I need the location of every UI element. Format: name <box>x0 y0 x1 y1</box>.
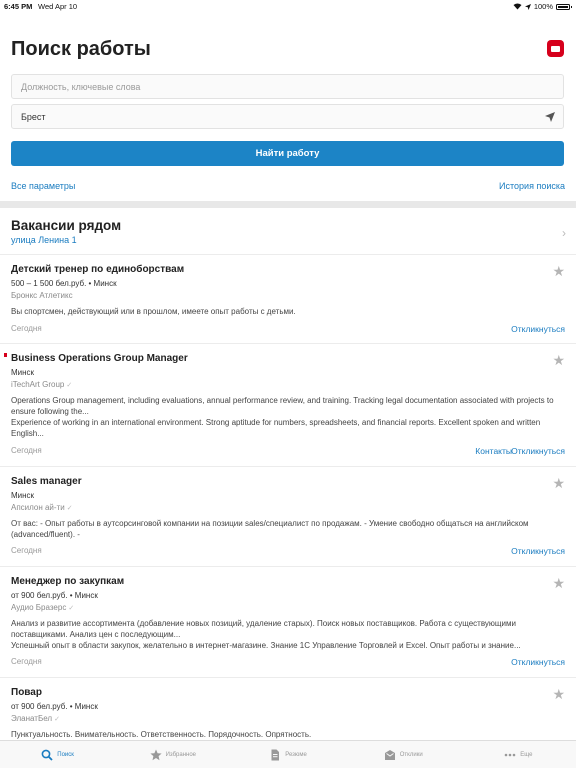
search-history-link[interactable]: История поиска <box>499 181 565 191</box>
vacancy-salary-city: от 900 бел.руб. • Минск <box>11 702 98 711</box>
vacancy-company: iTechArt Group ✓ <box>11 380 73 389</box>
verified-check-icon: ✓ <box>66 505 73 512</box>
tab-resume[interactable]: Резюме <box>230 741 345 768</box>
vacancy-title[interactable]: Business Operations Group Manager <box>11 353 188 364</box>
vacancy-description: От вас: - Опыт работы в аутсорсинговой к… <box>11 519 529 539</box>
tab-favorites[interactable]: Избранное <box>115 741 230 768</box>
battery-percent: 100% <box>533 2 553 11</box>
vacancy-description: Пунктуальность. Внимательность. Ответств… <box>11 730 312 739</box>
tab-label: Еще <box>520 751 533 758</box>
vacancy-title[interactable]: Повар <box>11 687 42 698</box>
vacancy-description: Вы спортсмен, действующий или в прошлом,… <box>11 307 296 316</box>
vacancy-description: Operations Group management, including e… <box>11 396 554 438</box>
brand-logo-icon[interactable] <box>547 40 564 57</box>
find-job-button[interactable]: Найти работу <box>11 141 564 166</box>
vacancy-title[interactable]: Менеджер по закупкам <box>11 576 124 587</box>
status-time: 6:45 PM <box>4 2 33 11</box>
tab-search[interactable]: Поиск <box>0 741 115 768</box>
document-icon <box>271 749 280 760</box>
star-icon <box>149 749 162 760</box>
vacancy-company: Аудио Бразерс ✓ <box>11 603 75 612</box>
tab-bar: Поиск Избранное Резюме Отклики Еще <box>0 740 576 768</box>
tab-responses[interactable]: Отклики <box>346 741 461 768</box>
respond-button[interactable]: Откликнуться <box>511 324 565 334</box>
vacancy-title[interactable]: Детский тренер по единоборствам <box>11 264 184 275</box>
respond-button[interactable]: Откликнуться <box>511 546 565 556</box>
vacancy-company: Бронкс Атлетикс <box>11 291 73 300</box>
vacancy-date: Сегодня <box>11 446 42 455</box>
keywords-input[interactable]: Должность, ключевые слова <box>11 74 564 99</box>
star-icon[interactable]: ★ <box>552 263 565 280</box>
star-icon[interactable]: ★ <box>552 575 565 592</box>
tab-label: Отклики <box>399 751 423 758</box>
chevron-right-icon[interactable]: › <box>562 226 566 240</box>
vacancy-description: Анализ и развитие ассортимента (добавлен… <box>11 619 521 650</box>
vacancy-salary-city: Минск <box>11 491 35 500</box>
respond-button[interactable]: Откликнуться <box>511 446 565 456</box>
vacancy-company: ЭланатБел ✓ <box>11 714 60 723</box>
wifi-icon <box>513 3 522 10</box>
vacancy-card[interactable]: Sales manager Минск Апсилон ай-ти ✓ От ва… <box>0 466 576 566</box>
verified-check-icon: ✓ <box>66 382 73 389</box>
tab-more[interactable]: Еще <box>461 741 576 768</box>
contacts-button[interactable]: Контакты <box>475 446 512 456</box>
vacancy-date: Сегодня <box>11 657 42 666</box>
inbox-icon <box>384 749 395 760</box>
respond-button[interactable]: Откликнуться <box>511 657 565 667</box>
all-params-link[interactable]: Все параметры <box>11 181 75 191</box>
section-divider <box>0 201 576 208</box>
vacancy-card[interactable]: Детский тренер по единоборствам 500 – 1 … <box>0 254 576 343</box>
vacancy-salary-city: от 900 бел.руб. • Минск <box>11 591 98 600</box>
vacancy-company: Апсилон ай-ти ✓ <box>11 503 73 512</box>
location-arrow-icon[interactable] <box>545 112 555 122</box>
city-input[interactable]: Брест <box>11 104 564 129</box>
city-value: Брест <box>21 111 46 122</box>
status-right: 100% <box>513 2 572 11</box>
new-marker-icon <box>4 353 7 357</box>
tab-label: Избранное <box>165 751 197 758</box>
more-icon <box>504 753 516 756</box>
nearby-title: Вакансии рядом <box>11 218 122 233</box>
battery-icon <box>556 3 572 10</box>
status-date: Wed Apr 10 <box>38 2 78 11</box>
vacancy-card[interactable]: Повар от 900 бел.руб. • Минск ЭланатБел ✓… <box>0 677 576 740</box>
vacancy-card[interactable]: Менеджер по закупкам от 900 бел.руб. • М… <box>0 566 576 677</box>
search-icon <box>41 749 53 761</box>
vacancy-card[interactable]: Business Operations Group Manager Минск … <box>0 343 576 466</box>
vacancy-date: Сегодня <box>11 324 42 333</box>
status-bar: 6:45 PM Wed Apr 10 100% <box>0 0 576 12</box>
vacancy-date: Сегодня <box>11 546 42 555</box>
verified-check-icon: ✓ <box>54 716 60 723</box>
star-icon[interactable]: ★ <box>552 686 565 703</box>
vacancy-salary-city: Минск <box>11 368 35 377</box>
verified-check-icon: ✓ <box>68 605 75 612</box>
tab-label: Резюме <box>285 751 307 758</box>
star-icon[interactable]: ★ <box>552 352 565 369</box>
vacancy-salary-city: 500 – 1 500 бел.руб. • Минск <box>11 279 117 288</box>
tab-label: Поиск <box>57 751 74 758</box>
location-arrow-icon <box>524 3 531 10</box>
vacancy-title[interactable]: Sales manager <box>11 476 82 487</box>
nearby-address[interactable]: улица Ленина 1 <box>11 235 77 245</box>
star-icon[interactable]: ★ <box>552 475 565 492</box>
page-title: Поиск работы <box>11 38 151 60</box>
